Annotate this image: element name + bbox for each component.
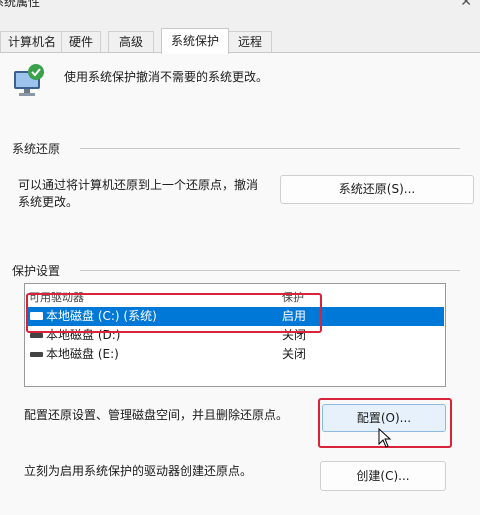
tab-bar: 计算机名 硬件 高级 系统保护 远程 <box>0 28 480 54</box>
close-icon[interactable]: ✕ <box>460 0 472 10</box>
tab-remote[interactable]: 远程 <box>228 31 272 53</box>
tab-hardware[interactable]: 硬件 <box>61 31 101 53</box>
window-title: 系统属性 <box>0 0 41 9</box>
section-divider <box>80 148 460 149</box>
tab-system-protection[interactable]: 系统保护 <box>161 28 229 54</box>
restore-description-line2: 系统更改。 <box>18 195 79 209</box>
config-description: 配置还原设置、管理磁盘空间，并且删除还原点。 <box>24 408 289 422</box>
system-protection-icon <box>12 63 46 99</box>
protection-settings-label: 保护设置 <box>12 264 61 278</box>
intro-text: 使用系统保护撤消不需要的系统更改。 <box>64 70 269 84</box>
create-description: 立刻为启用系统保护的驱动器创建还原点。 <box>24 464 253 478</box>
tab-advanced[interactable]: 高级 <box>108 31 154 53</box>
mouse-cursor-icon <box>378 427 392 451</box>
system-restore-label: 系统还原 <box>12 142 61 156</box>
create-button[interactable]: 创建(C)... <box>320 461 446 491</box>
system-restore-button[interactable]: 系统还原(S)... <box>280 175 474 204</box>
drive-icon <box>30 333 43 338</box>
tab-computer-name[interactable]: 计算机名 <box>0 31 64 53</box>
drive-name: 本地磁盘 (E:) <box>46 347 119 361</box>
drive-icon <box>30 352 43 357</box>
drive-protection-status: 关闭 <box>282 347 307 361</box>
section-divider <box>80 270 460 271</box>
highlight-box-selected-drive <box>26 293 322 333</box>
restore-description-line1: 可以通过将计算机还原到上一个还原点，撤消 <box>18 178 259 192</box>
drive-row-e[interactable]: 本地磁盘 (E:) 关闭 <box>26 345 444 364</box>
